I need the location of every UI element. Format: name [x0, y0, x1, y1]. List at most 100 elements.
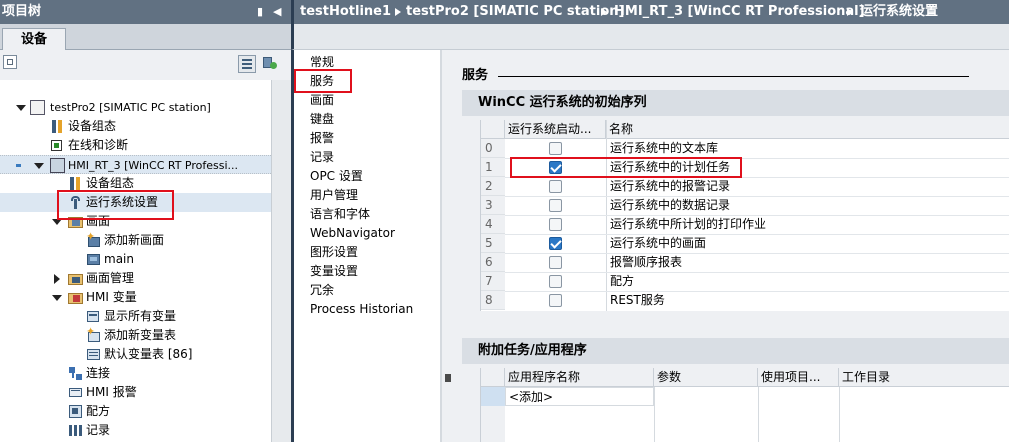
startup-checkbox[interactable] — [549, 180, 562, 193]
service-name: 运行系统中的报警记录 — [610, 179, 731, 193]
device-config-icon — [50, 119, 65, 134]
pin-icon[interactable]: ▮ — [257, 0, 263, 24]
row-number: 8 — [481, 291, 505, 310]
row-number — [481, 387, 505, 406]
tree-item-add-tag-table[interactable]: ✦ 添加新变量表 — [0, 326, 271, 345]
expand-arrow-icon[interactable] — [16, 105, 26, 111]
row-divider — [481, 291, 1009, 292]
connection-icon — [68, 366, 83, 381]
expand-arrow-icon[interactable] — [54, 274, 60, 284]
row-number: 7 — [481, 272, 505, 291]
column-working-directory[interactable]: 工作目录 — [839, 368, 1009, 387]
tree-item-testpro2[interactable]: testPro2 [SIMATIC PC station] — [0, 98, 271, 117]
list-view-icon[interactable] — [238, 55, 256, 73]
startup-checkbox[interactable] — [549, 142, 562, 155]
grid-view-icon[interactable] — [3, 55, 17, 69]
overview-icon[interactable] — [262, 55, 278, 71]
collapse-panel-icon[interactable]: ◀ — [273, 0, 281, 24]
nav-screens[interactable]: 画面 — [310, 91, 334, 110]
project-tree-title-bar: 项目树 ▮ ◀ — [0, 0, 291, 24]
service-name: 配方 — [610, 274, 635, 288]
row-number: 0 — [481, 139, 505, 158]
tree-item-hmi-alarms[interactable]: HMI 报警 — [0, 383, 271, 402]
nav-language-font[interactable]: 语言和字体 — [310, 205, 370, 224]
startup-checkbox[interactable] — [549, 237, 562, 250]
service-name: 运行系统中的画面 — [610, 236, 707, 250]
breadcrumb-hmi[interactable]: HMI_RT_3 [WinCC RT Professional] — [614, 0, 865, 24]
project-tree-scrollbar[interactable] — [271, 80, 291, 442]
nav-graphics-settings[interactable]: 图形设置 — [310, 243, 358, 262]
project-tree-tabbar: 设备 — [0, 24, 291, 51]
nav-webnavigator[interactable]: WebNavigator — [310, 224, 395, 243]
tree-item-recipes[interactable]: 配方 — [0, 402, 271, 421]
project-tree: testPro2 [SIMATIC PC station] 设备组态 在线和诊断… — [0, 80, 271, 442]
tree-item-add-screen[interactable]: ✦ 添加新画面 — [0, 231, 271, 250]
startup-checkbox[interactable] — [549, 256, 562, 269]
add-application-cell[interactable]: <添加> — [505, 387, 654, 406]
scroll-thumb[interactable] — [445, 374, 451, 382]
tab-devices[interactable]: 设备 — [2, 28, 66, 51]
column-divider — [839, 387, 840, 442]
tree-item-connections[interactable]: 连接 — [0, 364, 271, 383]
tree-item-default-tag-table[interactable]: 默认变量表 [86] — [0, 345, 271, 364]
tree-item-show-all-tags[interactable]: 显示所有变量 — [0, 307, 271, 326]
breadcrumb: testHotline1 testPro2 [SIMATIC PC statio… — [291, 0, 1009, 24]
row-number: 3 — [481, 196, 505, 215]
column-application-name[interactable]: 应用程序名称 — [505, 368, 654, 387]
row-divider — [481, 196, 1009, 197]
tree-item-hmi-rt-3[interactable]: HMI_RT_3 [WinCC RT Professi... — [0, 155, 271, 174]
row-divider — [481, 272, 1009, 273]
breadcrumb-project[interactable]: testHotline1 — [300, 0, 391, 24]
add-tag-table-icon: ✦ — [86, 326, 101, 343]
online-diagnostics-icon — [50, 138, 65, 153]
column-runtime-start[interactable]: 运行系统启动... — [505, 120, 606, 139]
column-name[interactable]: 名称 — [606, 120, 1009, 139]
tree-item-logging[interactable]: 记录 — [0, 421, 271, 440]
additional-tasks-header[interactable]: 附加任务/应用程序 — [462, 338, 1009, 364]
highlight-services — [294, 69, 352, 93]
startup-checkbox[interactable] — [549, 199, 562, 212]
nav-user-management[interactable]: 用户管理 — [310, 186, 358, 205]
nav-opc-settings[interactable]: OPC 设置 — [310, 167, 363, 186]
expand-arrow-icon[interactable] — [52, 295, 62, 301]
services-content: 服务 WinCC 运行系统的初始序列 运行系统启动... 名称 0 运行系统中的… — [454, 50, 1009, 442]
row-number: 1 — [481, 158, 505, 177]
breadcrumb-arrow-icon — [847, 8, 853, 16]
page-title: 服务 — [462, 68, 489, 83]
title-underline — [498, 76, 969, 77]
row-number — [481, 406, 505, 442]
pc-station-icon — [30, 100, 45, 115]
tree-item-main[interactable]: main — [0, 250, 271, 269]
nav-logging[interactable]: 记录 — [310, 148, 334, 167]
nav-process-historian[interactable]: Process Historian — [310, 300, 413, 319]
expand-arrow-icon[interactable] — [34, 163, 44, 169]
startup-checkbox[interactable] — [549, 275, 562, 288]
nav-keyboard[interactable]: 键盘 — [310, 110, 334, 129]
hmi-runtime-icon — [50, 158, 65, 173]
startup-checkbox[interactable] — [549, 218, 562, 231]
breadcrumb-station[interactable]: testPro2 [SIMATIC PC station] — [406, 0, 624, 24]
tree-item-online-diagnostics[interactable]: 在线和诊断 — [0, 136, 271, 155]
tree-item-hmi-tags[interactable]: HMI 变量 — [0, 288, 271, 307]
alarm-icon — [68, 385, 83, 400]
screen-icon — [86, 252, 101, 267]
screen-management-icon — [68, 271, 83, 286]
nav-redundancy[interactable]: 冗余 — [310, 281, 334, 300]
breadcrumb-arrow-icon — [601, 8, 607, 16]
column-parameters[interactable]: 参数 — [654, 368, 758, 387]
tree-item-device-config[interactable]: 设备组态 — [0, 117, 271, 136]
nav-tag-settings[interactable]: 变量设置 — [310, 262, 358, 281]
startup-checkbox[interactable] — [549, 294, 562, 307]
nav-alarms[interactable]: 报警 — [310, 129, 334, 148]
column-use-project[interactable]: 使用项目... — [758, 368, 839, 387]
show-tags-icon — [86, 309, 101, 324]
project-tree-toolbar — [0, 50, 291, 78]
startup-sequence-header[interactable]: WinCC 运行系统的初始序列 — [462, 90, 1009, 116]
navigation-scrollbar[interactable] — [441, 50, 454, 442]
tag-table-icon — [86, 347, 101, 362]
service-name: 报警顺序报表 — [610, 255, 683, 269]
tree-item-screen-management[interactable]: 画面管理 — [0, 269, 271, 288]
highlight-scheduled-tasks — [510, 157, 742, 178]
row-divider — [481, 253, 1009, 254]
device-config-icon — [68, 176, 83, 191]
